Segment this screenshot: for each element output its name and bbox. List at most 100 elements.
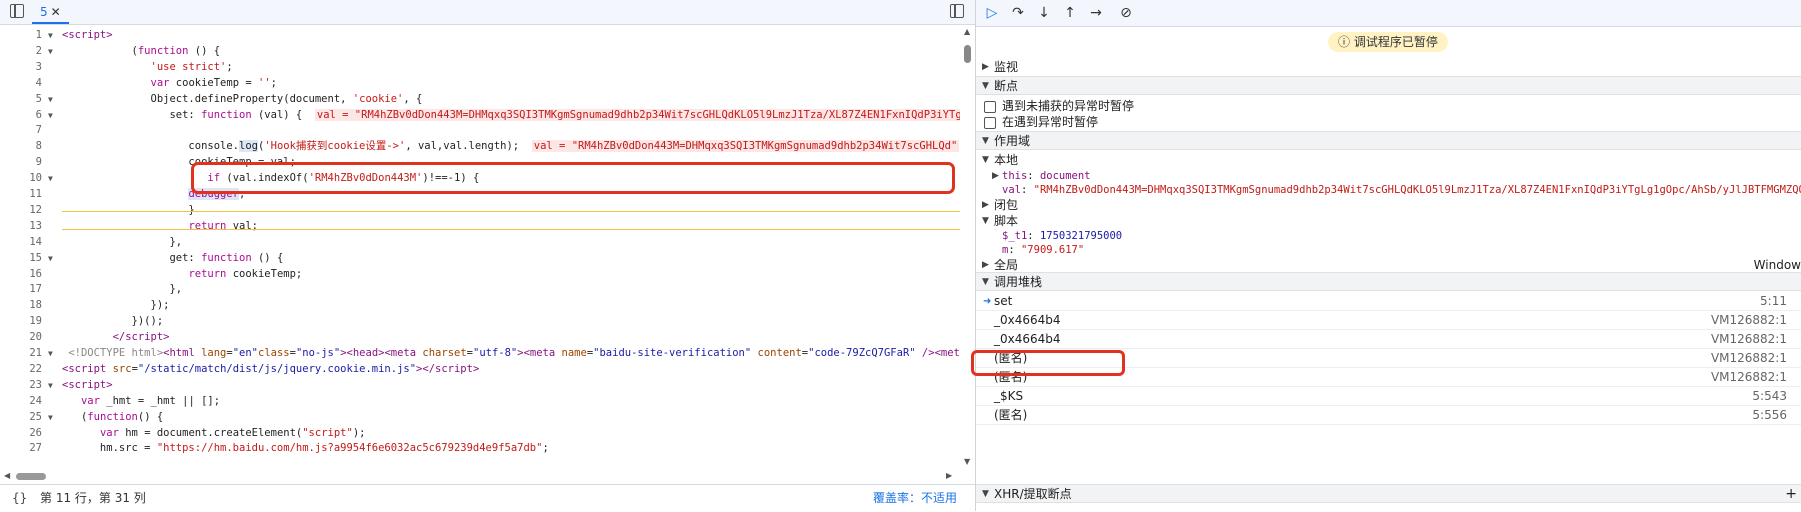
step-into-icon[interactable]: ↓ (1034, 3, 1054, 23)
file-tab[interactable]: 5 ✕ (32, 0, 69, 24)
code-text: (function() { (62, 410, 164, 423)
scroll-thumb[interactable] (964, 45, 971, 63)
pause-caught-option[interactable]: 在遇到异常时暂停 (976, 113, 1801, 132)
code-text: var _hmt = _hmt || []; (80, 394, 221, 407)
fold-icon[interactable]: ▼ (48, 409, 58, 426)
line-number[interactable]: 22 (0, 361, 42, 378)
line-number[interactable]: 21 (0, 345, 42, 362)
val-key: val (1002, 184, 1021, 196)
code-text: <script> (62, 29, 113, 41)
fold-icon[interactable]: ▼ (48, 43, 58, 60)
line-number[interactable]: 12 (0, 202, 42, 219)
code-text: Object.defineProperty(document, 'cookie'… (62, 92, 423, 105)
fold-icon[interactable]: ▼ (48, 27, 58, 44)
source-editor: 5 ✕ 1 ▼ <script> 2 ▼ (function () {3 'use str… (0, 0, 976, 512)
line-number[interactable]: 3 (0, 59, 42, 76)
vertical-scrollbar[interactable]: ▲ ▼ (960, 25, 975, 470)
paused-line-highlight (62, 211, 960, 230)
code-text: get: function () { (62, 251, 284, 264)
close-tab-icon[interactable]: ✕ (51, 5, 61, 19)
pause-caught-checkbox[interactable] (984, 117, 996, 129)
code-text: set: function (val) { val = "RM4hZBv0dDo… (62, 107, 960, 124)
line-number[interactable]: 16 (0, 266, 42, 283)
frame-location[interactable]: VM126882:1 (1711, 368, 1787, 387)
toggle-navigator-icon[interactable] (10, 4, 24, 18)
scope-section[interactable]: ▼ 作用域 (976, 131, 1801, 150)
line-number[interactable]: 17 (0, 281, 42, 298)
scroll-up-icon[interactable]: ▲ (964, 27, 970, 36)
code-area[interactable]: 1 ▼ <script> 2 ▼ (function () {3 'use strict… (0, 25, 960, 470)
paused-text: 调试程序已暂停 (1353, 35, 1438, 49)
fold-icon[interactable]: ▼ (48, 170, 58, 187)
coverage-link[interactable]: 覆盖率：不适用 (873, 485, 957, 512)
callstack-frame[interactable]: _$KS 5:543 (976, 387, 1801, 406)
scroll-right-icon[interactable]: ▶ (946, 471, 952, 480)
add-icon[interactable]: + (1785, 485, 1797, 504)
line-number[interactable]: 1 (0, 27, 42, 44)
line-number[interactable]: 18 (0, 297, 42, 314)
scroll-left-icon[interactable]: ◀ (4, 471, 10, 480)
line-number[interactable]: 9 (0, 154, 42, 171)
callstack-frame[interactable]: (匿名) 5:556 (976, 406, 1801, 425)
line-number[interactable]: 26 (0, 425, 42, 442)
step-over-icon[interactable]: ↷ (1008, 3, 1028, 23)
frame-name: _$KS (994, 389, 1024, 403)
line-number[interactable]: 13 (0, 218, 42, 235)
pretty-print-icon[interactable]: {} (12, 485, 27, 512)
fold-icon[interactable]: ▼ (48, 250, 58, 267)
watch-section[interactable]: ▶ 监视 (976, 58, 1801, 77)
code-text: hm.src = "https://hm.baidu.com/hm.js?a99… (62, 442, 549, 455)
code-text: })(); (62, 315, 164, 328)
code-text: return cookieTemp; (188, 267, 303, 280)
hscroll-thumb[interactable] (16, 473, 46, 480)
line-number[interactable]: 6 (0, 107, 42, 124)
xhr-breakpoints-section[interactable]: ▼ XHR/提取断点 + (976, 484, 1801, 503)
step-out-icon[interactable]: ↑ (1060, 3, 1080, 23)
toggle-debugger-icon[interactable] (950, 4, 964, 18)
callstack-frame[interactable]: ➜ set 5:11 (976, 292, 1801, 311)
m-key: m (1002, 244, 1009, 256)
expand-icon: ▶ (982, 62, 989, 72)
resume-icon[interactable]: ▷ (982, 3, 1002, 23)
line-number[interactable]: 2 (0, 43, 42, 60)
line-number[interactable]: 19 (0, 313, 42, 330)
frame-location[interactable]: VM126882:1 (1711, 349, 1787, 368)
deactivate-breakpoints-icon[interactable]: ⊘ (1116, 3, 1136, 23)
scroll-down-icon[interactable]: ▼ (964, 457, 970, 466)
callstack-section[interactable]: ▼ 调用堆栈 (976, 272, 1801, 291)
line-number[interactable]: 10 (0, 170, 42, 187)
line-number[interactable]: 23 (0, 377, 42, 394)
frame-name: _0x4664b4 (994, 332, 1061, 346)
frame-location[interactable]: 5:11 (1760, 292, 1787, 311)
scope-label: 作用域 (994, 134, 1031, 148)
pause-uncaught-checkbox[interactable] (984, 101, 996, 113)
breakpoints-section[interactable]: ▼ 断点 (976, 76, 1801, 95)
line-number[interactable]: 24 (0, 393, 42, 410)
line-number[interactable]: 4 (0, 75, 42, 92)
line-number[interactable]: 8 (0, 138, 42, 155)
line-number[interactable]: 5 (0, 91, 42, 108)
frame-location[interactable]: 5:543 (1752, 387, 1787, 406)
horizontal-scrollbar[interactable]: ◀ ▶ (0, 470, 960, 484)
line-number[interactable]: 11 (0, 186, 42, 203)
collapse-icon: ▼ (982, 277, 989, 287)
line-number[interactable]: 7 (0, 122, 42, 139)
step-icon[interactable]: → (1086, 3, 1106, 23)
line-number[interactable]: 14 (0, 234, 42, 251)
fold-icon[interactable]: ▼ (48, 91, 58, 108)
frame-location[interactable]: VM126882:1 (1711, 311, 1787, 330)
line-number[interactable]: 20 (0, 329, 42, 346)
file-tab-label: 5 (40, 5, 48, 19)
frame-location[interactable]: VM126882:1 (1711, 330, 1787, 349)
fold-icon[interactable]: ▼ (48, 345, 58, 362)
fold-icon[interactable]: ▼ (48, 377, 58, 394)
current-frame-icon: ➜ (983, 296, 992, 307)
callstack-frame[interactable]: _0x4664b4 VM126882:1 (976, 311, 1801, 330)
line-number[interactable]: 15 (0, 250, 42, 267)
frame-location[interactable]: 5:556 (1752, 406, 1787, 425)
callstack-frame[interactable]: _0x4664b4 VM126882:1 (976, 330, 1801, 349)
fold-icon[interactable]: ▼ (48, 107, 58, 124)
code-text: var hm = document.createElement("script"… (99, 426, 366, 439)
line-number[interactable]: 27 (0, 440, 42, 457)
line-number[interactable]: 25 (0, 409, 42, 426)
